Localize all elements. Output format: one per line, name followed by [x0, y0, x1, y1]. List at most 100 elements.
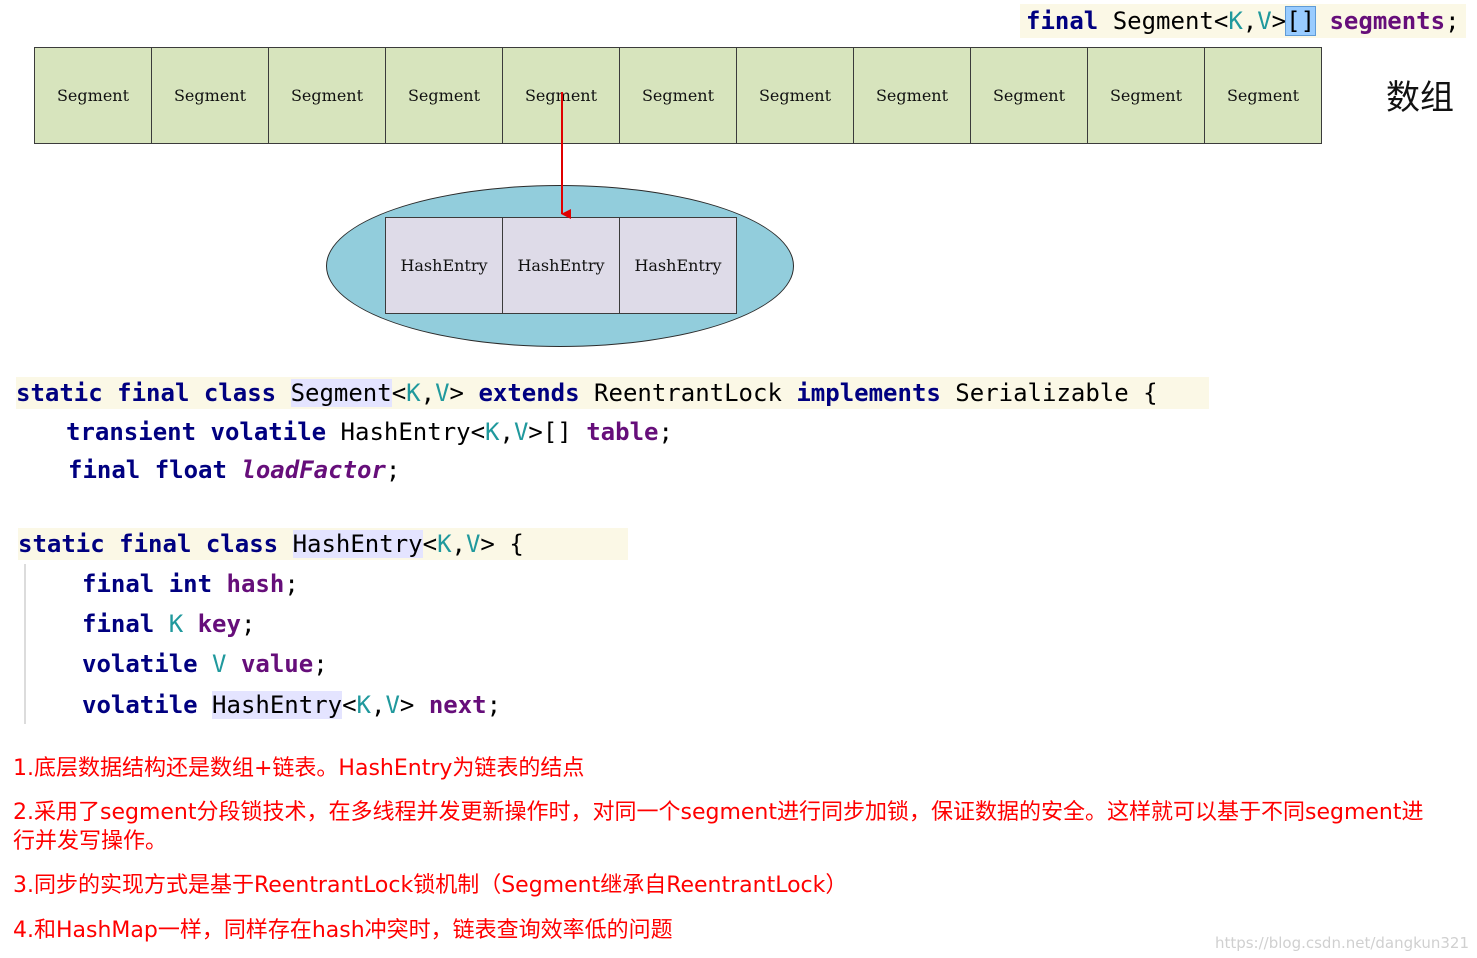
semicolon: ; — [313, 650, 328, 678]
type-param-k: K — [356, 691, 371, 719]
angle-open: < — [1213, 7, 1229, 35]
keyword-final: final — [82, 610, 155, 638]
keyword-final: final — [68, 456, 141, 484]
type-param-v: V — [1257, 7, 1272, 35]
array-label: 数组 — [1386, 78, 1454, 118]
comma: , — [420, 379, 436, 407]
segment-cell: Segment — [1204, 47, 1322, 144]
segment-cell: Segment — [970, 47, 1088, 144]
semicolon: ; — [1445, 7, 1460, 35]
segment-cell: Segment — [619, 47, 737, 144]
type-param-k: K — [485, 418, 500, 446]
keyword-float: float — [154, 456, 227, 484]
keyword-volatile: volatile — [210, 418, 327, 446]
type-param-v: V — [212, 650, 227, 678]
type-param-v: V — [513, 418, 529, 446]
class-name-hashentry: HashEntry — [292, 530, 423, 558]
parent-class: ReentrantLock — [594, 379, 782, 407]
hashentry-class-header: static final class HashEntry<K,V> { — [18, 528, 628, 560]
type-param-k: K — [168, 610, 184, 638]
hashentry-hash-field: final int hash; — [82, 568, 299, 600]
keyword-class: class — [203, 379, 277, 407]
keyword-extends: extends — [478, 379, 580, 407]
class-name-segment: Segment — [290, 379, 392, 407]
keyword-class: class — [205, 530, 279, 558]
angle-close: > — [1271, 7, 1287, 35]
segment-cell: Segment — [736, 47, 854, 144]
type-hashentry: HashEntry — [212, 691, 343, 719]
keyword-final: final — [117, 379, 190, 407]
angle-open: < — [470, 418, 486, 446]
angle-close: > — [399, 691, 415, 719]
code-indent-guide — [24, 564, 26, 724]
keyword-static: static — [18, 530, 105, 558]
semicolon: ; — [486, 691, 502, 719]
hashentry-cell: HashEntry — [619, 217, 737, 314]
open-brace: { — [1143, 379, 1158, 407]
note-3: 3.同步的实现方式是基于ReentrantLock锁机制（Segment继承自R… — [13, 873, 848, 898]
keyword-static: static — [16, 379, 103, 407]
segment-cell: Segment — [502, 47, 620, 144]
interface-name: Serializable — [955, 379, 1129, 407]
hashentry-value-field: volatile V value; — [82, 648, 328, 680]
type-param-v: V — [385, 691, 400, 719]
semicolon: ; — [240, 610, 256, 638]
open-brace: { — [509, 530, 524, 558]
field-next: next — [428, 691, 487, 719]
keyword-transient: transient — [66, 418, 197, 446]
note-2: 2.采用了segment分段锁技术，在多线程并发更新操作时，对同一个segmen… — [13, 800, 1424, 854]
keyword-implements: implements — [796, 379, 941, 407]
keyword-volatile: volatile — [82, 691, 198, 719]
watermark: https://blog.csdn.net/dangkun321 — [1214, 934, 1469, 952]
segment-cell: Segment — [853, 47, 971, 144]
keyword-int: int — [168, 570, 213, 598]
comma: , — [371, 691, 386, 719]
keyword-volatile: volatile — [82, 650, 198, 678]
note-1: 1.底层数据结构还是数组+链表。HashEntry为链表的结点 — [13, 756, 585, 781]
segment-array: Segment Segment Segment Segment Segment Segme… — [34, 47, 1322, 144]
type-param-k: K — [1228, 7, 1243, 35]
type-param-k: K — [437, 530, 452, 558]
hashentry-cell: HashEntry — [502, 217, 620, 314]
angle-close-brackets: >[] — [528, 418, 572, 446]
hashentry-next-field: volatile HashEntry<K,V> next; — [82, 689, 501, 721]
hashentry-chain: HashEntry HashEntry HashEntry — [385, 217, 737, 314]
segment-cell: Segment — [34, 47, 152, 144]
comma: , — [499, 418, 514, 446]
field-table: table — [586, 418, 659, 446]
type-hashentry: HashEntry — [340, 418, 471, 446]
angle-open: < — [391, 379, 407, 407]
type-param-v: V — [435, 379, 450, 407]
hashentry-key-field: final K key; — [82, 608, 255, 640]
angle-open: < — [342, 691, 357, 719]
segment-cell: Segment — [1087, 47, 1205, 144]
semicolon: ; — [658, 418, 673, 446]
comma: , — [451, 530, 466, 558]
type-param-v: V — [465, 530, 481, 558]
field-value: value — [240, 650, 314, 678]
field-hash: hash — [226, 570, 285, 598]
field-key: key — [197, 610, 241, 638]
segment-cell: Segment — [268, 47, 386, 144]
segment-cell: Segment — [151, 47, 269, 144]
keyword-final: final — [1026, 7, 1099, 35]
segments-declaration: final Segment<K,V>[] segments; — [1020, 4, 1466, 38]
segment-class-header: static final class Segment<K,V> extends … — [16, 377, 1209, 409]
hashentry-cell: HashEntry — [385, 217, 503, 314]
field-segments: segments — [1329, 7, 1446, 35]
segment-table-field: transient volatile HashEntry<K,V>[] tabl… — [66, 416, 673, 448]
keyword-final: final — [119, 530, 192, 558]
array-brackets: [] — [1285, 6, 1317, 36]
type-segment: Segment — [1112, 7, 1214, 35]
angle-close: > — [449, 379, 464, 407]
comma: , — [1242, 7, 1258, 35]
type-param-k: K — [406, 379, 421, 407]
angle-open: < — [422, 530, 438, 558]
semicolon: ; — [284, 570, 299, 598]
segment-cell: Segment — [385, 47, 503, 144]
segment-loadfactor-field: final float loadFactor; — [68, 454, 400, 486]
field-loadfactor: loadFactor — [241, 456, 386, 484]
angle-close: > — [480, 530, 495, 558]
semicolon: ; — [385, 456, 401, 484]
keyword-final: final — [82, 570, 155, 598]
